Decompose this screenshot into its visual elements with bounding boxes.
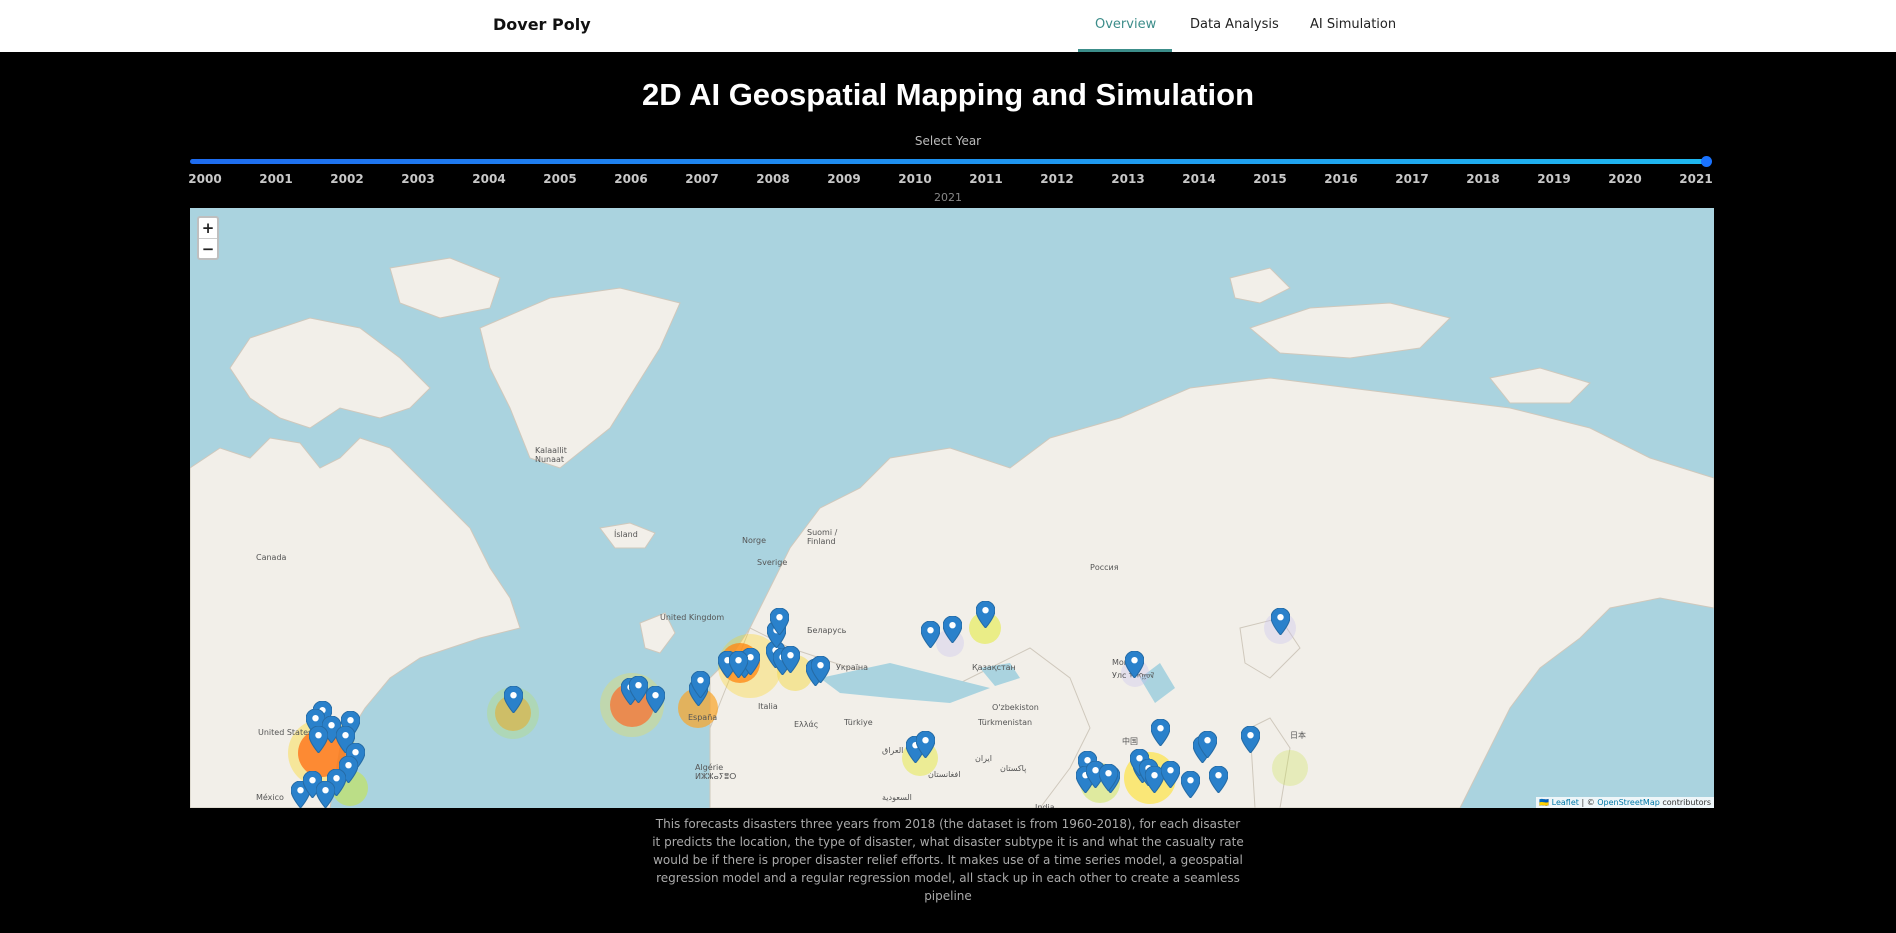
- description-text: This forecasts disasters three years fro…: [652, 817, 1244, 903]
- year-tick-2008[interactable]: 2008: [743, 172, 803, 186]
- map-pin-icon[interactable]: [779, 645, 801, 674]
- year-tick-2006[interactable]: 2006: [601, 172, 661, 186]
- attribution-suffix: contributors: [1659, 798, 1711, 807]
- map-pin-icon[interactable]: [1097, 763, 1119, 792]
- year-tick-2013[interactable]: 2013: [1098, 172, 1158, 186]
- place-label: Türkmenistan: [978, 718, 1033, 727]
- year-tick-2000[interactable]: 2000: [175, 172, 235, 186]
- active-tab-indicator: [1078, 49, 1172, 52]
- nav-overview[interactable]: Overview: [1095, 17, 1156, 32]
- leaflet-flag-icon: 🇺🇦: [1539, 798, 1552, 807]
- map-pin-icon[interactable]: [809, 655, 831, 684]
- map-pin-icon[interactable]: [919, 620, 941, 649]
- year-tick-2019[interactable]: 2019: [1524, 172, 1584, 186]
- map-pin-icon[interactable]: [941, 615, 963, 644]
- year-tick-2020[interactable]: 2020: [1595, 172, 1655, 186]
- year-tick-2012[interactable]: 2012: [1027, 172, 1087, 186]
- leaflet-link[interactable]: Leaflet: [1552, 798, 1579, 807]
- map-pin-icon[interactable]: [768, 607, 790, 636]
- place-label: ایران: [975, 754, 992, 763]
- map-pin-icon[interactable]: [914, 730, 936, 759]
- map-pin-icon[interactable]: [974, 600, 996, 629]
- place-label: Canada: [256, 553, 287, 562]
- place-label: Ísland: [614, 530, 638, 539]
- place-label: Türkiye: [844, 718, 873, 727]
- year-tick-2004[interactable]: 2004: [459, 172, 519, 186]
- year-tick-2009[interactable]: 2009: [814, 172, 874, 186]
- place-label: Қазақстан: [972, 663, 1016, 672]
- year-tick-2021[interactable]: 2021: [1666, 172, 1726, 186]
- osm-link[interactable]: OpenStreetMap: [1597, 798, 1660, 807]
- year-tick-2018[interactable]: 2018: [1453, 172, 1513, 186]
- place-label: Ελλάς: [794, 720, 819, 729]
- place-label: السعودية: [882, 793, 912, 802]
- page-title: 2D AI Geospatial Mapping and Simulation: [641, 77, 1255, 112]
- map-pin-icon[interactable]: [314, 780, 336, 808]
- brand-logo[interactable]: Dover Poly: [493, 15, 591, 34]
- place-label: Беларусь: [807, 626, 847, 635]
- map-tiles: [190, 257, 1714, 808]
- year-tick-2003[interactable]: 2003: [388, 172, 448, 186]
- year-slider-value: 2021: [934, 191, 962, 204]
- place-label: Norge: [742, 536, 767, 545]
- place-label: پاکستان: [1000, 764, 1027, 773]
- year-tick-2014[interactable]: 2014: [1169, 172, 1229, 186]
- navbar: Dover Poly Overview Data Analysis AI Sim…: [0, 0, 1896, 52]
- map-pin-icon[interactable]: [1239, 725, 1261, 754]
- map-pin-icon[interactable]: [1179, 770, 1201, 799]
- place-label: España: [688, 713, 718, 722]
- place-label: افغانستان: [928, 770, 961, 779]
- year-tick-2010[interactable]: 2010: [885, 172, 945, 186]
- place-label: Россия: [1090, 563, 1119, 572]
- zoom-control: + −: [197, 216, 219, 260]
- year-tick-2015[interactable]: 2015: [1240, 172, 1300, 186]
- place-label: Italia: [758, 702, 778, 711]
- place-label: O'zbekiston: [992, 703, 1039, 712]
- year-tick-2001[interactable]: 2001: [246, 172, 306, 186]
- map-pin-icon[interactable]: [1149, 718, 1171, 747]
- zoom-in-button[interactable]: +: [199, 218, 217, 238]
- place-label: United States: [258, 728, 313, 737]
- place-label: United Kingdom: [660, 613, 725, 622]
- place-label: Україна: [836, 663, 869, 672]
- place-label: México: [256, 793, 284, 802]
- world-map[interactable]: Kalaallit Nunaat Ísland Canada Norge Suomi / F…: [190, 208, 1714, 808]
- year-tick-2007[interactable]: 2007: [672, 172, 732, 186]
- map-pin-icon[interactable]: [1269, 607, 1291, 636]
- place-label: Algérie ⵍⵣⵣⴰⵢⴻⵔ: [695, 763, 737, 781]
- map-pin-icon[interactable]: [727, 650, 749, 679]
- nav-ai-simulation[interactable]: AI Simulation: [1310, 17, 1396, 32]
- year-tick-2011[interactable]: 2011: [956, 172, 1016, 186]
- map-attribution: 🇺🇦 Leaflet | © OpenStreetMap contributor…: [1536, 797, 1714, 808]
- year-tick-2005[interactable]: 2005: [530, 172, 590, 186]
- place-label: India: [1035, 803, 1055, 808]
- place-label: 日本: [1290, 731, 1306, 740]
- map-pin-icon[interactable]: [307, 725, 329, 754]
- year-tick-2016[interactable]: 2016: [1311, 172, 1371, 186]
- map-pin-icon[interactable]: [502, 685, 524, 714]
- year-tick-2002[interactable]: 2002: [317, 172, 377, 186]
- zoom-out-button[interactable]: −: [199, 238, 217, 258]
- attribution-separator: | ©: [1578, 798, 1598, 807]
- map-pin-icon[interactable]: [1207, 765, 1229, 794]
- year-tick-2017[interactable]: 2017: [1382, 172, 1442, 186]
- map-pin-icon[interactable]: [1123, 650, 1145, 679]
- place-label: Kalaallit Nunaat: [535, 446, 567, 464]
- nav-data-analysis[interactable]: Data Analysis: [1190, 17, 1279, 32]
- place-label: Suomi / Finland: [807, 528, 838, 546]
- year-slider-label: Select Year: [914, 134, 982, 148]
- place-label: 中国: [1122, 737, 1138, 746]
- map-pin-icon[interactable]: [1159, 760, 1181, 789]
- map-pin-icon[interactable]: [644, 685, 666, 714]
- place-label: Sverige: [757, 558, 788, 567]
- map-pin-icon[interactable]: [689, 670, 711, 699]
- place-label: العراق: [882, 746, 904, 755]
- year-slider-handle[interactable]: [1701, 156, 1712, 167]
- map-pin-icon[interactable]: [1196, 730, 1218, 759]
- year-slider-track[interactable]: [190, 159, 1708, 164]
